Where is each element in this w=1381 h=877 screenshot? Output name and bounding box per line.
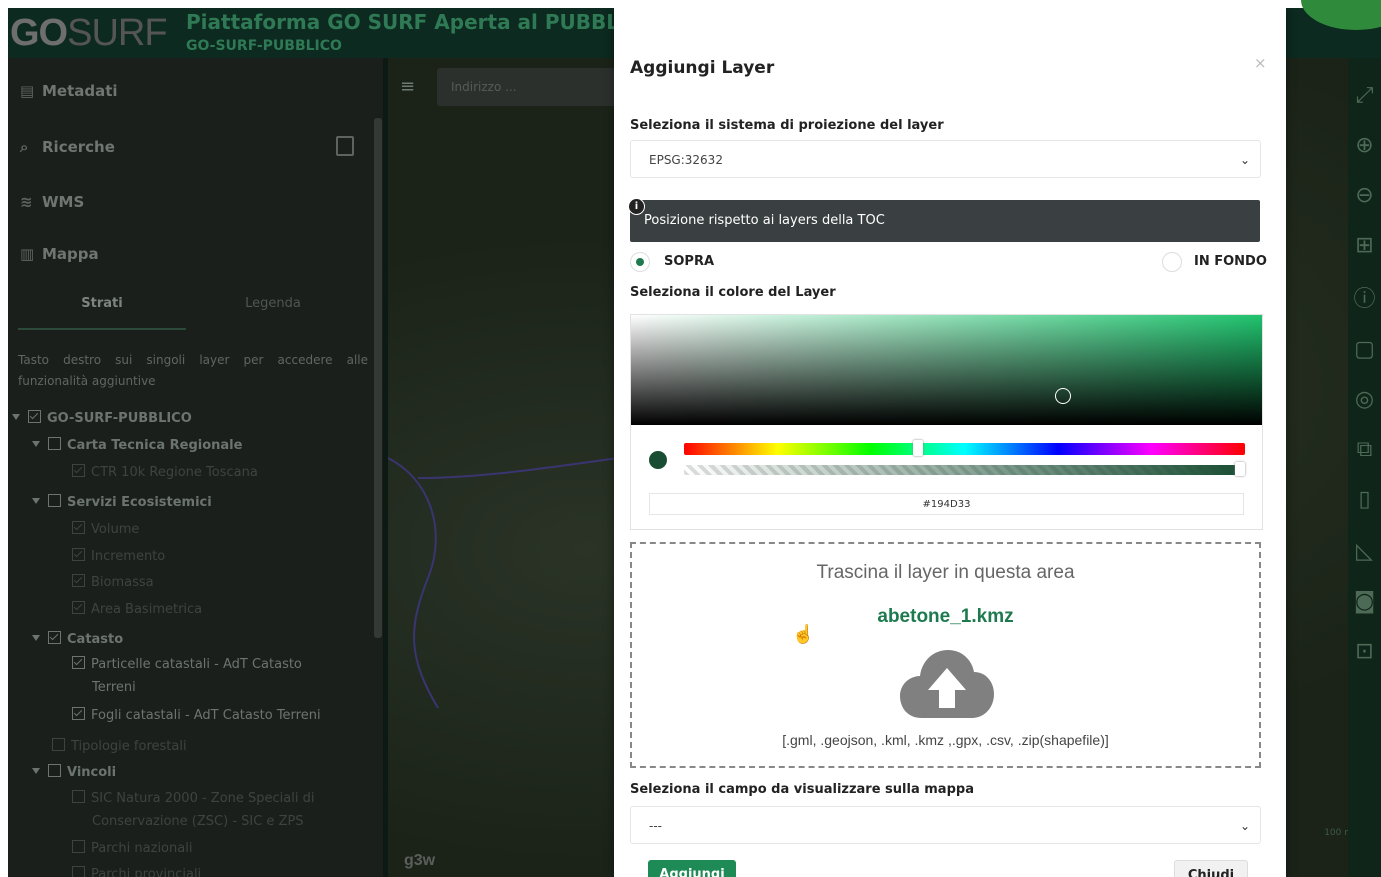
query-icon[interactable]: ▢	[1348, 334, 1381, 366]
color-picker: #194D33	[630, 314, 1263, 530]
sidebar-item-mappa[interactable]: ▥ Mappa	[20, 245, 99, 263]
tree-layer-ctr10k[interactable]: CTR 10k Regione Toscana	[72, 464, 258, 480]
sidebar-toggle-icon[interactable]: ▯	[1348, 484, 1381, 516]
add-layer-icon[interactable]: ⧉	[1348, 434, 1381, 466]
color-label: Seleziona il colore del Layer	[630, 285, 836, 300]
document-icon: ▤	[20, 82, 35, 100]
tree-node-root[interactable]: GO-SURF-PUBBLICO	[12, 410, 192, 426]
hue-slider[interactable]	[684, 443, 1245, 455]
map-river-line	[388, 457, 619, 709]
tree-layer-incremento[interactable]: Incremento	[72, 548, 165, 564]
tree-layer-parchi-provinciali[interactable]: Parchi provinciali	[72, 866, 201, 877]
tab-strati[interactable]: Strati	[18, 280, 186, 330]
sidebar-tabs: Strati Legenda	[8, 280, 373, 330]
tree-layer-particelle[interactable]: Particelle catastali - AdT Catasto	[72, 656, 302, 672]
hue-slider-thumb[interactable]	[913, 440, 923, 456]
camera-icon[interactable]: ◙	[1348, 586, 1381, 618]
saturation-area[interactable]	[631, 315, 1262, 425]
info-icon[interactable]: ⓘ	[1348, 284, 1381, 316]
close-button[interactable]: Chiudi	[1174, 860, 1248, 877]
projection-label: Seleziona il sistema di proiezione del l…	[630, 118, 944, 133]
chevron-down-icon: ⌄	[1239, 153, 1250, 167]
hex-input[interactable]: #194D33	[649, 493, 1244, 515]
radio-sopra[interactable]	[630, 252, 650, 272]
radio-in-fondo[interactable]	[1162, 252, 1182, 272]
app-title: Piattaforma GO SURF Aperta al PUBBLICO	[186, 10, 659, 34]
tree-layer-area-basimetrica[interactable]: Area Basimetrica	[72, 601, 202, 617]
measure-icon[interactable]: ◺	[1348, 536, 1381, 568]
layers-icon: ≋	[20, 193, 33, 211]
add-layer-button[interactable]: Aggiungi	[648, 860, 736, 877]
sidebar: ▤ Metadati ⌕ Ricerche ≋ WMS ▥ Mappa Strati L…	[8, 58, 383, 877]
tree-node-servizi[interactable]: Servizi Ecosistemici	[32, 494, 212, 510]
projection-select[interactable]: EPSG:32632 ⌄	[630, 140, 1261, 178]
supported-extensions: [.gml, .geojson, .kml, .kmz ,.gpx, .csv,…	[782, 732, 1109, 748]
tree-layer-fogli[interactable]: Fogli catastali - AdT Catasto Terreni	[72, 707, 321, 723]
selected-file-name: abetone_1.kmz	[877, 606, 1014, 627]
tree-layer-sic-cont: Conservazione (ZSC) - SIC e ZPS	[92, 814, 304, 829]
tree-layer-tipologie[interactable]: Tipologie forestali	[52, 738, 187, 754]
map-icon: ▥	[20, 245, 35, 263]
lock-icon[interactable]: ⊡	[1348, 636, 1381, 668]
hand-cursor-icon: ☝	[792, 624, 815, 644]
zoom-in-icon[interactable]: ⊕	[1348, 130, 1381, 162]
sidebar-scrollbar[interactable]	[374, 118, 382, 638]
geolocation-icon[interactable]: ◎	[1348, 384, 1381, 416]
tree-node-catasto[interactable]: Catasto	[32, 631, 123, 647]
radio-sopra-label: SOPRA	[664, 254, 715, 269]
saturation-cursor[interactable]	[1055, 388, 1071, 404]
color-swatch	[649, 451, 667, 469]
info-icon: i	[628, 198, 645, 215]
add-layer-modal: Aggiungi Layer × Seleziona il sistema di…	[614, 8, 1286, 877]
tree-node-ctr[interactable]: Carta Tecnica Regionale	[32, 437, 242, 453]
zoom-box-icon[interactable]: ⊞	[1348, 230, 1381, 262]
file-drop-zone[interactable]: Trascina il layer in questa area abetone…	[630, 542, 1261, 768]
sidebar-item-ricerche[interactable]: ⌕ Ricerche	[20, 138, 115, 156]
tree-layer-volume[interactable]: Volume	[72, 521, 139, 537]
tree-layer-biomassa[interactable]: Biomassa	[72, 574, 154, 590]
zoom-out-icon[interactable]: ⊖	[1348, 180, 1381, 212]
toc-position-bar: Posizione rispetto ai layers della TOC	[630, 200, 1260, 242]
tree-layer-parchi-nazionali[interactable]: Parchi nazionali	[72, 840, 192, 856]
calculator-icon[interactable]	[336, 136, 354, 156]
search-icon: ⌕	[20, 138, 29, 156]
tree-layer-particelle-cont: Terreni	[92, 680, 136, 695]
app-window: GOSURF Piattaforma GO SURF Aperta al PUB…	[8, 8, 1381, 877]
tree-node-vincoli[interactable]: Vincoli	[32, 764, 116, 780]
tree-layer-sic[interactable]: SIC Natura 2000 - Zone Speciali di	[72, 790, 314, 806]
app-logo: GOSURF	[10, 12, 168, 54]
chevron-down-icon: ⌄	[1239, 819, 1250, 833]
sidebar-item-metadati[interactable]: ▤ Metadati	[20, 82, 118, 100]
alpha-slider-thumb[interactable]	[1235, 462, 1245, 476]
map-toolbar: ⤢ ⊕ ⊖ ⊞ ⓘ ▢ ◎ ⧉ ▯ ◺ ◙ ⊡	[1348, 58, 1381, 877]
radio-in-fondo-label: IN FONDO	[1194, 254, 1267, 269]
cloud-upload-icon	[900, 650, 994, 718]
sidebar-item-wms[interactable]: ≋ WMS	[20, 193, 84, 211]
drop-zone-title: Trascina il layer in questa area	[816, 562, 1075, 583]
field-select[interactable]: --- ⌄	[630, 806, 1261, 844]
project-name: GO-SURF-PUBBLICO	[186, 38, 342, 54]
field-label: Seleziona il campo da visualizzare sulla…	[630, 782, 974, 797]
modal-title: Aggiungi Layer	[630, 58, 775, 78]
alpha-slider[interactable]	[684, 465, 1245, 475]
layer-hint-text: Tasto destro sui singoli layer per acced…	[18, 353, 368, 388]
g3w-logo: g3w	[404, 852, 436, 869]
close-icon[interactable]: ×	[1254, 54, 1267, 72]
fullscreen-icon[interactable]: ⤢	[1348, 80, 1381, 112]
tab-legenda[interactable]: Legenda	[188, 280, 358, 328]
